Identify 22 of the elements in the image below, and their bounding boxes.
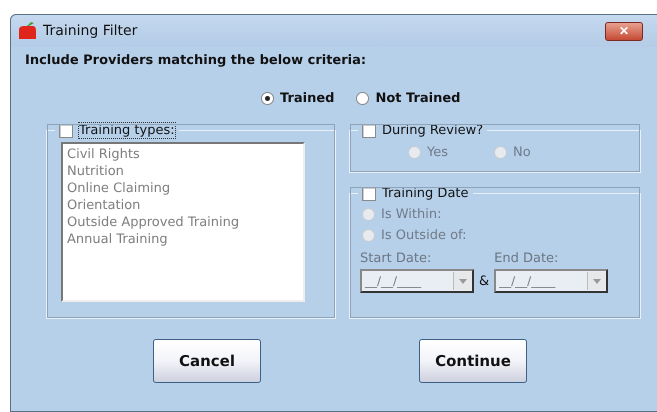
start-date-label: Start Date: <box>360 251 432 266</box>
dropdown-caret-icon <box>459 278 467 284</box>
checkbox-label: Training types: <box>79 123 175 138</box>
radio-label: Is Outside of: <box>381 228 467 243</box>
dialog-button[interactable]: Continue <box>419 339 527 383</box>
window-title: Training Filter <box>43 23 138 39</box>
radio-label: Not Trained <box>375 90 460 106</box>
close-button[interactable]: ✕ <box>605 22 643 40</box>
radio-button[interactable] <box>261 92 274 104</box>
dropdown-caret-icon <box>593 278 602 284</box>
apple-icon <box>17 22 37 40</box>
checkbox-label: During Review? <box>382 123 484 138</box>
dialog-button[interactable]: Cancel <box>153 339 261 383</box>
radio-label: Trained <box>280 90 334 106</box>
end-date-label: End Date: <box>494 251 560 266</box>
instruction-text: Include Providers matching the below criteria: <box>25 53 368 70</box>
radio-label: Yes <box>427 144 448 160</box>
checkbox-label: Training Date <box>382 186 468 201</box>
separator-text: & <box>479 274 490 291</box>
radio-label: Is Within: <box>381 207 442 222</box>
radio-label: No <box>513 144 531 160</box>
radio-button[interactable] <box>356 92 370 104</box>
